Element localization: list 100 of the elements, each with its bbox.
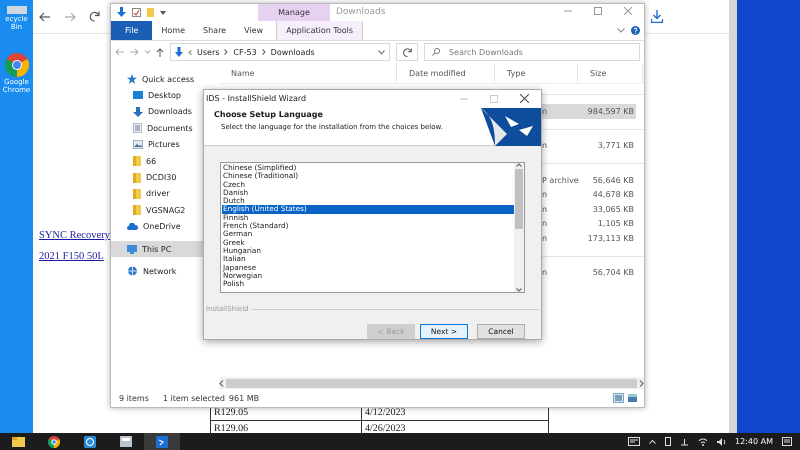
reload-button[interactable]	[87, 11, 102, 22]
file-row[interactable]: n 44,678 KB	[541, 188, 636, 202]
file-row[interactable]: n 984,597 KB	[541, 104, 636, 118]
star-icon	[127, 74, 137, 84]
size-cell-text: 44,678 KB	[592, 190, 635, 200]
dropdown-icon[interactable]	[160, 10, 166, 14]
size-cell-text: 173,113 KB	[588, 234, 635, 243]
clock[interactable]: 12:40 AM	[735, 437, 773, 446]
back-arrow-icon	[39, 12, 51, 22]
wifi-icon[interactable]	[698, 438, 708, 446]
ribbon-tab[interactable]: Share	[194, 21, 236, 40]
type-cell-text: n	[541, 190, 548, 200]
installer-icon	[156, 436, 168, 448]
file-row[interactable]: n 33,065 KB	[541, 202, 636, 216]
download-icon[interactable]	[117, 7, 126, 17]
download-icon[interactable]	[651, 10, 663, 23]
download-icon	[133, 106, 143, 117]
forward-arrow-icon	[130, 48, 139, 56]
chevron-right-icon	[639, 380, 644, 386]
chevron-down-icon[interactable]	[617, 28, 625, 33]
refresh-button[interactable]	[396, 43, 418, 61]
help-icon[interactable]	[631, 26, 640, 35]
chevron-down-icon[interactable]	[378, 50, 385, 54]
chevron-left-icon	[219, 380, 224, 386]
speaker-icon[interactable]	[717, 438, 726, 446]
nav-item[interactable]: Quick access	[111, 71, 219, 88]
forward-arrow-icon	[64, 12, 76, 22]
app-icon	[120, 436, 132, 447]
chevron-right-icon	[262, 49, 266, 55]
dialog-title: IDS - InstallShield Wizard	[206, 94, 308, 104]
back-button[interactable]	[37, 12, 53, 22]
column-header[interactable]: Type	[495, 63, 578, 83]
search-field[interactable]: Search Downloads	[424, 43, 640, 61]
page-link[interactable]: SYNC Recovery	[39, 230, 110, 241]
chevron-up-icon[interactable]	[649, 440, 656, 444]
back-arrow-icon	[115, 48, 124, 56]
notification-icon[interactable]	[782, 437, 792, 446]
chevron-right-icon	[224, 49, 228, 55]
properties-icon[interactable]	[132, 8, 141, 16]
up-button[interactable]	[156, 48, 164, 56]
ribbon-tab[interactable]: View	[235, 21, 272, 40]
column-header[interactable]: Name	[219, 63, 397, 83]
scroll-bar[interactable]	[729, 0, 737, 433]
thumbnail-view-icon[interactable]	[627, 393, 638, 403]
size-cell-text: 56,704 KB	[592, 268, 635, 278]
download-icon	[175, 47, 183, 57]
size-cell-text: 56,646 KB	[592, 176, 635, 185]
computer-icon	[127, 244, 137, 254]
desktop-icon	[133, 91, 143, 100]
details-view-icon[interactable]	[613, 393, 624, 403]
chevron-down-icon	[516, 288, 522, 292]
size-cell-text: 1,105 KB	[596, 219, 635, 228]
dialog-heading: Choose Setup Language	[214, 110, 324, 119]
type-cell-text: n	[541, 219, 548, 228]
address-bar[interactable]: Users CF-53 Downloads	[170, 43, 390, 61]
status-text: 961 MB	[228, 394, 260, 402]
column-header[interactable]: Date modified	[397, 63, 495, 83]
reload-icon	[89, 11, 100, 22]
folder-icon	[133, 156, 141, 166]
news-icon[interactable]	[628, 437, 640, 446]
close-icon[interactable]	[520, 94, 529, 104]
file-row[interactable]: n 3,771 KB	[541, 138, 636, 153]
chevron-left-icon	[188, 50, 192, 54]
type-cell-text: n	[541, 268, 548, 278]
refresh-icon	[402, 48, 412, 56]
ribbon-context-label: Manage	[258, 4, 330, 21]
cloud-icon	[127, 223, 138, 230]
type-cell-text: n	[541, 141, 548, 150]
size-cell-text: 984,597 KB	[588, 106, 635, 116]
up-arrow-icon	[156, 48, 164, 56]
horizontal-scroll-bar[interactable]	[219, 377, 644, 389]
folder-icon	[12, 436, 24, 446]
breadcrumb[interactable]: Users	[197, 48, 220, 56]
column-header[interactable]: Size	[578, 63, 643, 83]
type-cell-text: P archive	[541, 176, 580, 185]
browser-logo-icon[interactable]	[4, 53, 28, 78]
file-row[interactable]: n 173,113 KB	[541, 231, 636, 246]
browser-logo-icon	[48, 436, 60, 448]
file-row[interactable]: P archive 56,646 KB	[541, 173, 636, 188]
page-link[interactable]: 2021 F150 50L	[39, 251, 110, 262]
file-row[interactable]: n 56,704 KB	[541, 266, 636, 280]
type-cell-text: n	[541, 204, 548, 214]
type-cell-text: n	[541, 106, 548, 116]
ribbon-tab[interactable]: Application Tools	[276, 21, 364, 40]
device-icon[interactable]	[665, 437, 672, 446]
breadcrumb[interactable]: Downloads	[270, 48, 315, 56]
type-cell-text: n	[541, 234, 548, 243]
file-row[interactable]: n 1,105 KB	[541, 216, 636, 231]
document-icon	[133, 123, 142, 134]
chevron-up-icon	[516, 163, 522, 167]
folder-icon	[133, 205, 141, 216]
window-title: Downloads	[335, 6, 386, 19]
ribbon-tab[interactable]: File	[111, 21, 152, 40]
picture-icon	[133, 140, 143, 150]
ribbon-tab[interactable]: Home	[152, 21, 194, 40]
size-cell-text: 33,065 KB	[592, 204, 635, 214]
maximize-icon[interactable]	[594, 7, 602, 15]
folder-icon	[133, 188, 141, 199]
breadcrumb[interactable]: CF-53	[233, 48, 257, 56]
scroll-bar[interactable]	[514, 163, 524, 292]
